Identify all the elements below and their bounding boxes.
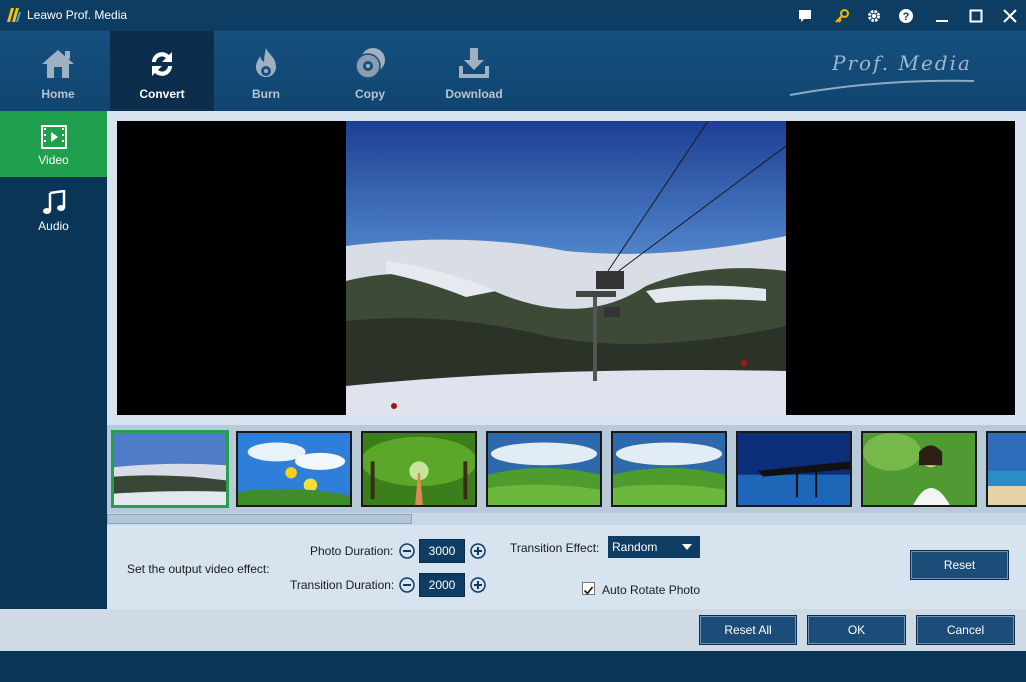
cancel-button[interactable]: Cancel (916, 615, 1015, 645)
video-preview (117, 121, 1015, 415)
nav-download-label: Download (445, 87, 503, 101)
film-icon (40, 124, 67, 150)
thumbnail-3[interactable] (361, 431, 477, 507)
thumbnail-scrollbar[interactable] (107, 513, 1026, 525)
photo-duration-input[interactable]: 3000 (419, 539, 465, 563)
title-bar: Leawo Prof. Media ? (0, 0, 1026, 31)
transition-duration-decrease-icon[interactable] (399, 577, 415, 593)
close-icon[interactable] (999, 5, 1021, 27)
nav-download[interactable]: Download (422, 31, 526, 111)
download-icon (454, 46, 494, 82)
copy-icon (350, 46, 390, 82)
brand-swoosh (789, 79, 975, 96)
footer-bar: Reset All OK Cancel (0, 609, 1026, 651)
help-icon[interactable]: ? (895, 5, 917, 27)
thumbnail-1[interactable] (111, 430, 229, 508)
thumbnail-6[interactable] (736, 431, 852, 507)
nav-home-label: Home (41, 87, 75, 101)
chevron-down-icon (682, 544, 692, 550)
key-icon[interactable] (831, 5, 853, 27)
transition-effect-select[interactable]: Random (608, 536, 700, 558)
side-nav: Video Audio (0, 111, 107, 609)
thumbnail-2[interactable] (236, 431, 352, 507)
transition-duration-increase-icon[interactable] (470, 577, 486, 593)
svg-text:?: ? (903, 11, 910, 23)
photo-duration-label: Photo Duration: (310, 544, 394, 558)
transition-effect-label: Transition Effect: (510, 541, 600, 555)
transition-duration-input[interactable]: 2000 (419, 573, 465, 597)
chat-icon[interactable] (794, 5, 816, 27)
nav-convert[interactable]: Convert (110, 31, 214, 111)
side-item-audio-label: Audio (38, 219, 69, 233)
preview-image (346, 121, 786, 415)
app-logo-icon (7, 8, 21, 22)
window-title: Leawo Prof. Media (27, 8, 128, 22)
thumbnail-7[interactable] (861, 431, 977, 507)
nav-copy-label: Copy (355, 87, 385, 101)
auto-rotate-label: Auto Rotate Photo (602, 583, 701, 597)
transition-duration-label: Transition Duration: (290, 578, 395, 592)
footer: Reset All OK Cancel (0, 609, 1026, 682)
nav-home[interactable]: Home (6, 31, 110, 111)
checkmark-icon (583, 586, 594, 595)
brand-logo-text: Prof. Media (832, 51, 972, 75)
nav-copy[interactable]: Copy (318, 31, 422, 111)
minimize-icon[interactable] (931, 5, 953, 27)
thumbnail-8[interactable] (986, 431, 1026, 507)
auto-rotate-checkbox[interactable] (582, 582, 595, 595)
thumbnail-strip (107, 425, 1026, 513)
nav-burn[interactable]: Burn (214, 31, 318, 111)
side-item-video-label: Video (38, 153, 69, 167)
nav-burn-label: Burn (252, 87, 280, 101)
app-window: Leawo Prof. Media ? Home Convert Burn Co… (0, 0, 1026, 682)
output-effect-label: Set the output video effect: (127, 562, 270, 576)
burn-icon (246, 46, 286, 82)
settings-panel: Set the output video effect: Photo Durat… (107, 525, 1026, 609)
reset-all-button[interactable]: Reset All (699, 615, 797, 645)
transition-effect-value: Random (612, 540, 658, 554)
gear-icon[interactable] (863, 5, 885, 27)
thumbnail-5[interactable] (611, 431, 727, 507)
main-panel: Set the output video effect: Photo Durat… (107, 111, 1026, 609)
top-nav: Home Convert Burn Copy Download Prof. Me… (0, 31, 1026, 111)
thumbnail-scrollbar-thumb[interactable] (107, 514, 412, 524)
ok-button[interactable]: OK (807, 615, 906, 645)
status-strip (0, 651, 1026, 682)
convert-icon (142, 46, 182, 82)
side-item-video[interactable]: Video (0, 111, 107, 177)
photo-duration-decrease-icon[interactable] (399, 543, 415, 559)
music-note-icon (41, 190, 67, 216)
photo-duration-increase-icon[interactable] (470, 543, 486, 559)
maximize-icon[interactable] (965, 5, 987, 27)
nav-convert-label: Convert (139, 87, 185, 101)
thumbnail-4[interactable] (486, 431, 602, 507)
home-icon (38, 46, 78, 82)
reset-button[interactable]: Reset (910, 550, 1009, 580)
side-item-audio[interactable]: Audio (0, 177, 107, 243)
